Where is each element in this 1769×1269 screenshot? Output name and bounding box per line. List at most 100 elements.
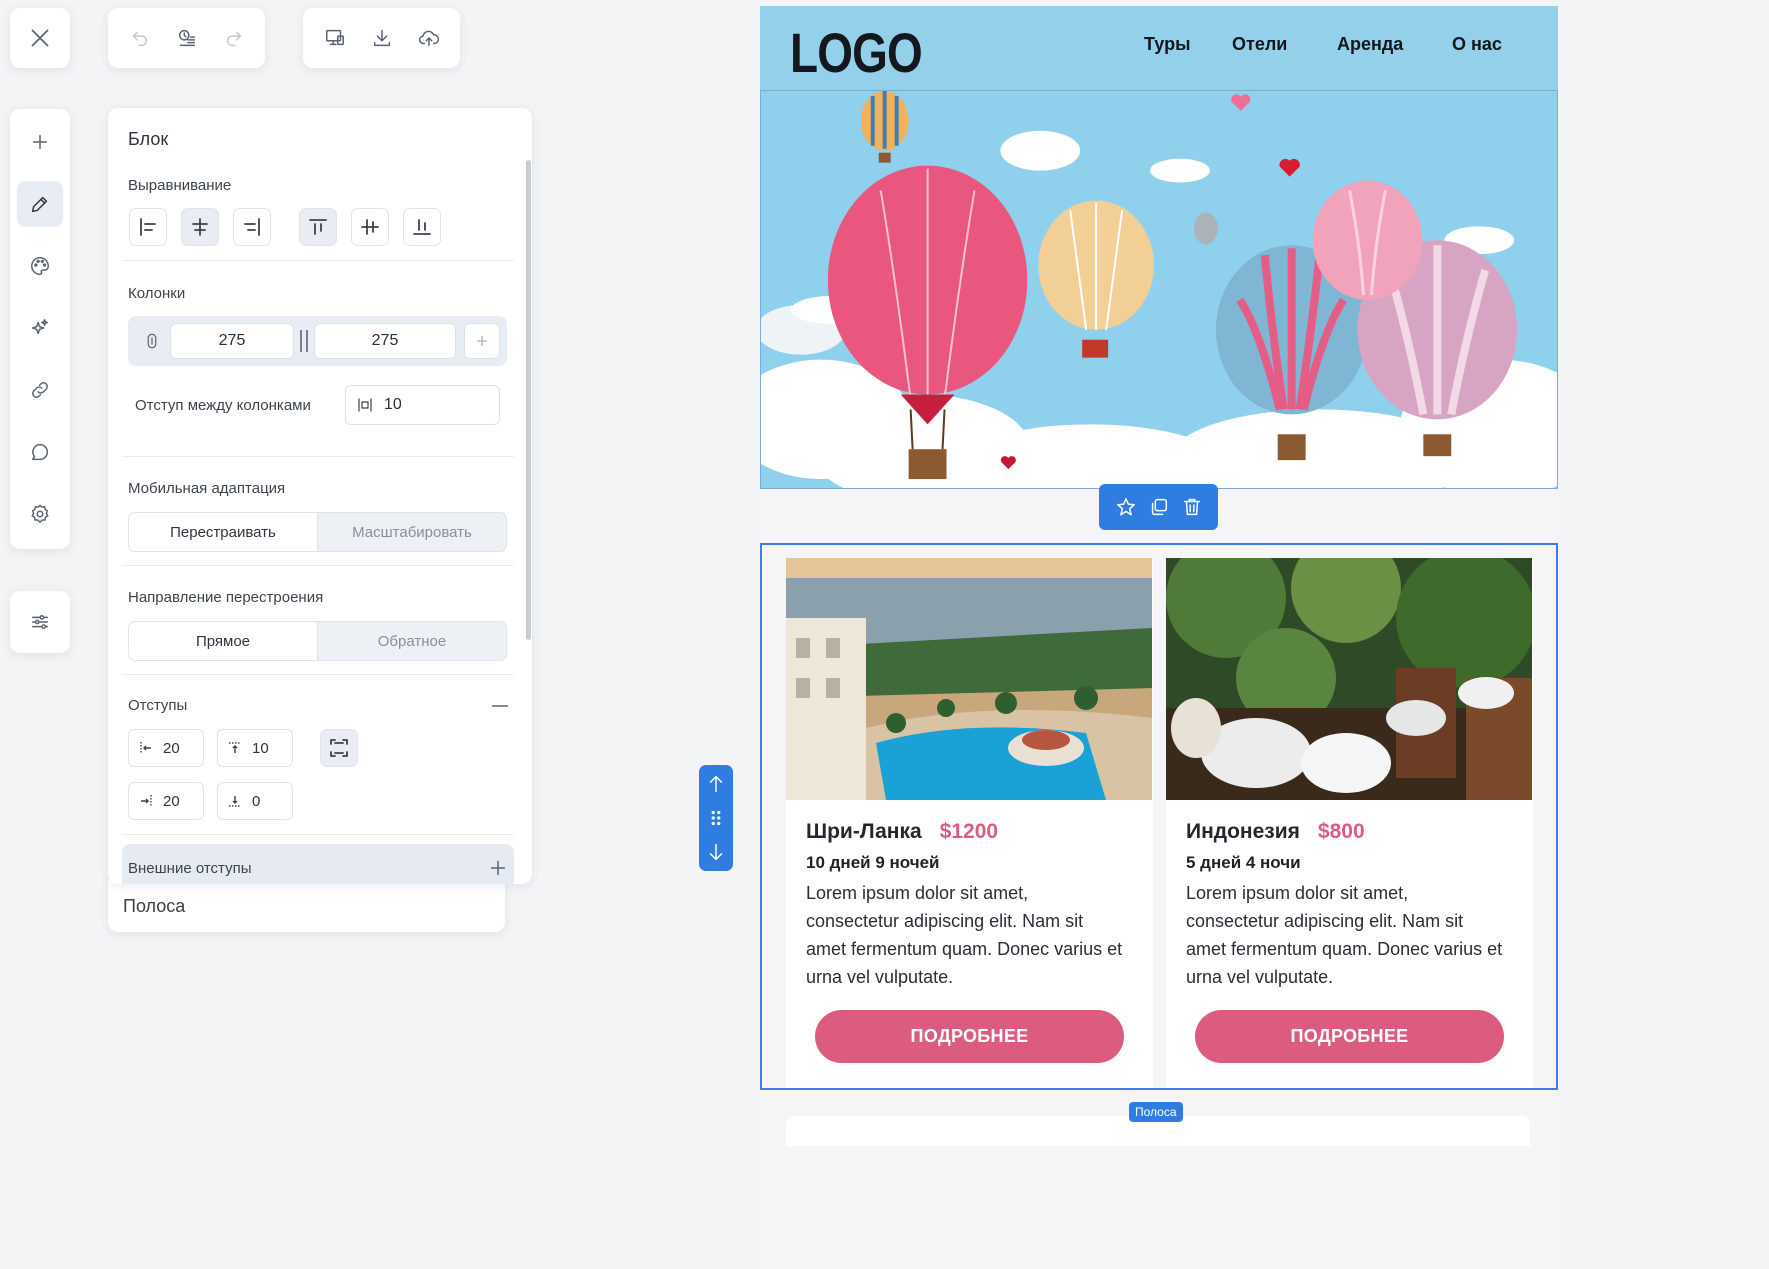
column-resize-handle[interactable] (300, 330, 308, 352)
plus-icon[interactable] (17, 119, 63, 165)
align-center-icon[interactable] (181, 208, 219, 246)
tour-title: Шри-Ланка $1200 (806, 820, 998, 844)
details-button[interactable]: ПОДРОБНЕЕ (815, 1010, 1124, 1063)
option-direct[interactable]: Прямое (129, 622, 318, 660)
tour-description: Lorem ipsum dolor sit amet, consectetur … (806, 883, 1123, 987)
sliders-icon[interactable] (10, 591, 70, 653)
redo-icon[interactable] (214, 18, 254, 58)
padding-right-icon (129, 794, 163, 808)
padding-top-value: 10 (252, 739, 269, 757)
arrow-down-icon[interactable] (703, 839, 729, 865)
margins-label: Внешние отступы (128, 860, 252, 877)
divider (122, 834, 514, 835)
padding-right-value: 20 (163, 792, 180, 810)
trash-icon[interactable] (1179, 494, 1205, 520)
download-icon[interactable] (362, 18, 402, 58)
padding-all-sides-icon[interactable] (320, 729, 358, 767)
preview-devices-icon[interactable] (315, 18, 355, 58)
hero-image-balloons[interactable] (760, 90, 1558, 489)
padding-left-icon (129, 741, 163, 755)
duplicate-icon[interactable] (1146, 494, 1172, 520)
padding-label: Отступы (128, 697, 188, 714)
nav-link-tours[interactable]: Туры (1144, 34, 1190, 55)
nav-link-about[interactable]: О нас (1452, 34, 1502, 55)
padding-left-field[interactable]: 20 (128, 729, 204, 767)
close-editor-card (10, 8, 70, 68)
move-block-control (699, 765, 733, 871)
columns-editor: 275 275 (128, 316, 507, 366)
expand-plus-icon[interactable] (486, 856, 510, 880)
left-toolbar (10, 109, 70, 549)
divider (122, 456, 514, 457)
email-preview-canvas: LOGO Туры Отели Аренда О нас Шри-Ланка $… (760, 6, 1558, 1269)
panel-scrollbar[interactable] (526, 160, 531, 640)
site-header[interactable]: LOGO Туры Отели Аренда О нас (760, 6, 1558, 90)
padding-right-field[interactable]: 20 (128, 782, 204, 820)
filter-card (10, 591, 70, 653)
add-column-icon[interactable] (464, 323, 500, 359)
details-button[interactable]: ПОДРОБНЕЕ (1195, 1010, 1504, 1063)
collapse-minus-icon[interactable] (488, 694, 512, 718)
undo-icon[interactable] (120, 18, 160, 58)
gear-icon[interactable] (17, 491, 63, 537)
panel-title: Блок (128, 129, 169, 149)
selected-tours-block[interactable]: Шри-Ланка $1200 10 дней 9 ночей Lorem ips… (760, 543, 1558, 1090)
block-actions-toolbar (1099, 484, 1218, 530)
arrow-up-icon[interactable] (703, 771, 729, 797)
column-width-1-input[interactable]: 275 (170, 323, 294, 359)
nav-link-rent[interactable]: Аренда (1337, 34, 1403, 55)
align-top-icon[interactable] (299, 208, 337, 246)
align-bottom-icon[interactable] (403, 208, 441, 246)
strip-badge[interactable]: Полоса (1129, 1102, 1183, 1122)
divider (122, 260, 514, 261)
tour-card-indonesia: Индонезия $800 5 дней 4 ночи Lorem ipsum … (1166, 558, 1533, 1088)
align-right-icon[interactable] (233, 208, 271, 246)
align-left-icon[interactable] (129, 208, 167, 246)
divider (122, 674, 514, 675)
padding-bottom-icon (218, 794, 252, 808)
version-history-icon[interactable] (167, 18, 207, 58)
padding-top-field[interactable]: 10 (217, 729, 293, 767)
block-settings-panel: Блок Выравнивание Колонки 275 275 Отступ… (108, 108, 532, 884)
mobile-adaptation-label: Мобильная адаптация (128, 480, 286, 497)
tour-duration: 5 дней 4 ночи (1186, 853, 1301, 872)
option-scale[interactable]: Масштабировать (318, 513, 506, 551)
nav-link-hotels[interactable]: Отели (1232, 34, 1287, 55)
rebuild-direction-label: Направление перестроения (128, 589, 324, 606)
gap-icon (354, 394, 376, 416)
rebuild-direction-toggle: Прямое Обратное (128, 621, 507, 661)
site-logo: LOGO (790, 21, 923, 84)
link-icon[interactable] (17, 367, 63, 413)
comment-icon[interactable] (17, 429, 63, 475)
strip-tab-label: Полоса (123, 895, 186, 916)
pencil-icon[interactable] (17, 181, 63, 227)
star-icon[interactable] (1113, 494, 1139, 520)
palette-icon[interactable] (17, 243, 63, 289)
drag-handle-icon[interactable] (703, 805, 729, 831)
tour-title: Индонезия $800 (1186, 820, 1365, 844)
cloud-upload-icon[interactable] (409, 18, 449, 58)
tour-duration: 10 дней 9 ночей (806, 853, 940, 872)
margins-accordion[interactable]: Внешние отступы (122, 844, 514, 884)
tour-card-sri-lanka: Шри-Ланка $1200 10 дней 9 ночей Lorem ips… (786, 558, 1153, 1088)
tour-name: Индонезия (1186, 820, 1300, 843)
column-gap-field[interactable]: 10 (345, 385, 500, 425)
align-middle-icon[interactable] (351, 208, 389, 246)
close-icon[interactable] (10, 8, 70, 68)
strip-tab[interactable]: Полоса (108, 880, 505, 932)
tour-image-garden[interactable] (1166, 558, 1532, 800)
divider (122, 565, 514, 566)
option-rebuild[interactable]: Перестраивать (129, 513, 318, 551)
padding-bottom-value: 0 (252, 792, 261, 810)
tour-name: Шри-Ланка (806, 820, 922, 843)
link-columns-icon[interactable] (140, 329, 164, 353)
column-width-2-input[interactable]: 275 (314, 323, 456, 359)
padding-left-value: 20 (163, 739, 180, 757)
tour-image-resort[interactable] (786, 558, 1152, 800)
option-reverse[interactable]: Обратное (318, 622, 506, 660)
tour-price: $800 (1317, 820, 1365, 843)
padding-top-icon (218, 741, 252, 755)
sparkles-icon[interactable] (17, 305, 63, 351)
column-gap-value: 10 (384, 396, 402, 413)
padding-bottom-field[interactable]: 0 (217, 782, 293, 820)
